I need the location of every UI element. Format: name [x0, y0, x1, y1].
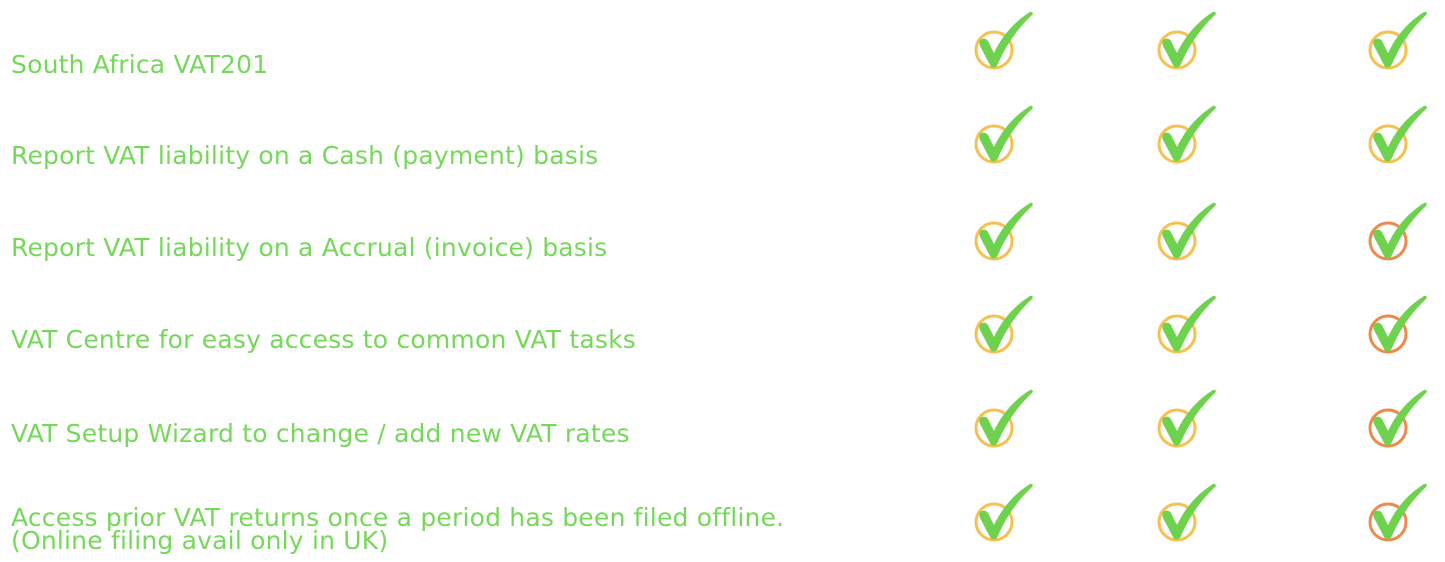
checkmark-icon: [1366, 105, 1430, 166]
feature-label-accrual-basis: Report VAT liability on a Accrual (invoi…: [11, 233, 608, 262]
checkmark-icon: [972, 105, 1036, 166]
vat-feature-comparison: South Africa VAT201 Report VAT liability…: [0, 0, 1445, 562]
feature-label-line-2: (Online filing avail only in UK): [11, 526, 389, 555]
feature-label-vat201: South Africa VAT201: [11, 50, 269, 79]
checkmark-icon: [1366, 389, 1430, 450]
checkmark-icon: [972, 11, 1036, 72]
checkmark-icon: [1155, 295, 1219, 356]
checkmark-icon: [1155, 202, 1219, 263]
feature-label-vat-centre: VAT Centre for easy access to common VAT…: [11, 325, 637, 354]
checkmark-icon: [1155, 483, 1219, 544]
checkmark-icon: [972, 483, 1036, 544]
checkmark-icon: [1366, 295, 1430, 356]
checkmark-icon: [972, 295, 1036, 356]
checkmark-icon: [1366, 11, 1430, 72]
checkmark-icon: [972, 389, 1036, 450]
checkmark-icon: [1366, 202, 1430, 263]
checkmark-icon: [972, 202, 1036, 263]
checkmark-icon: [1366, 483, 1430, 544]
feature-label-cash-basis: Report VAT liability on a Cash (payment)…: [11, 141, 599, 170]
feature-label-prior-vat-returns: Access prior VAT returns once a period h…: [11, 505, 784, 555]
checkmark-icon: [1155, 11, 1219, 72]
checkmark-icon: [1155, 389, 1219, 450]
checkmark-icon: [1155, 105, 1219, 166]
feature-label-vat-setup-wizard: VAT Setup Wizard to change / add new VAT…: [11, 419, 630, 448]
